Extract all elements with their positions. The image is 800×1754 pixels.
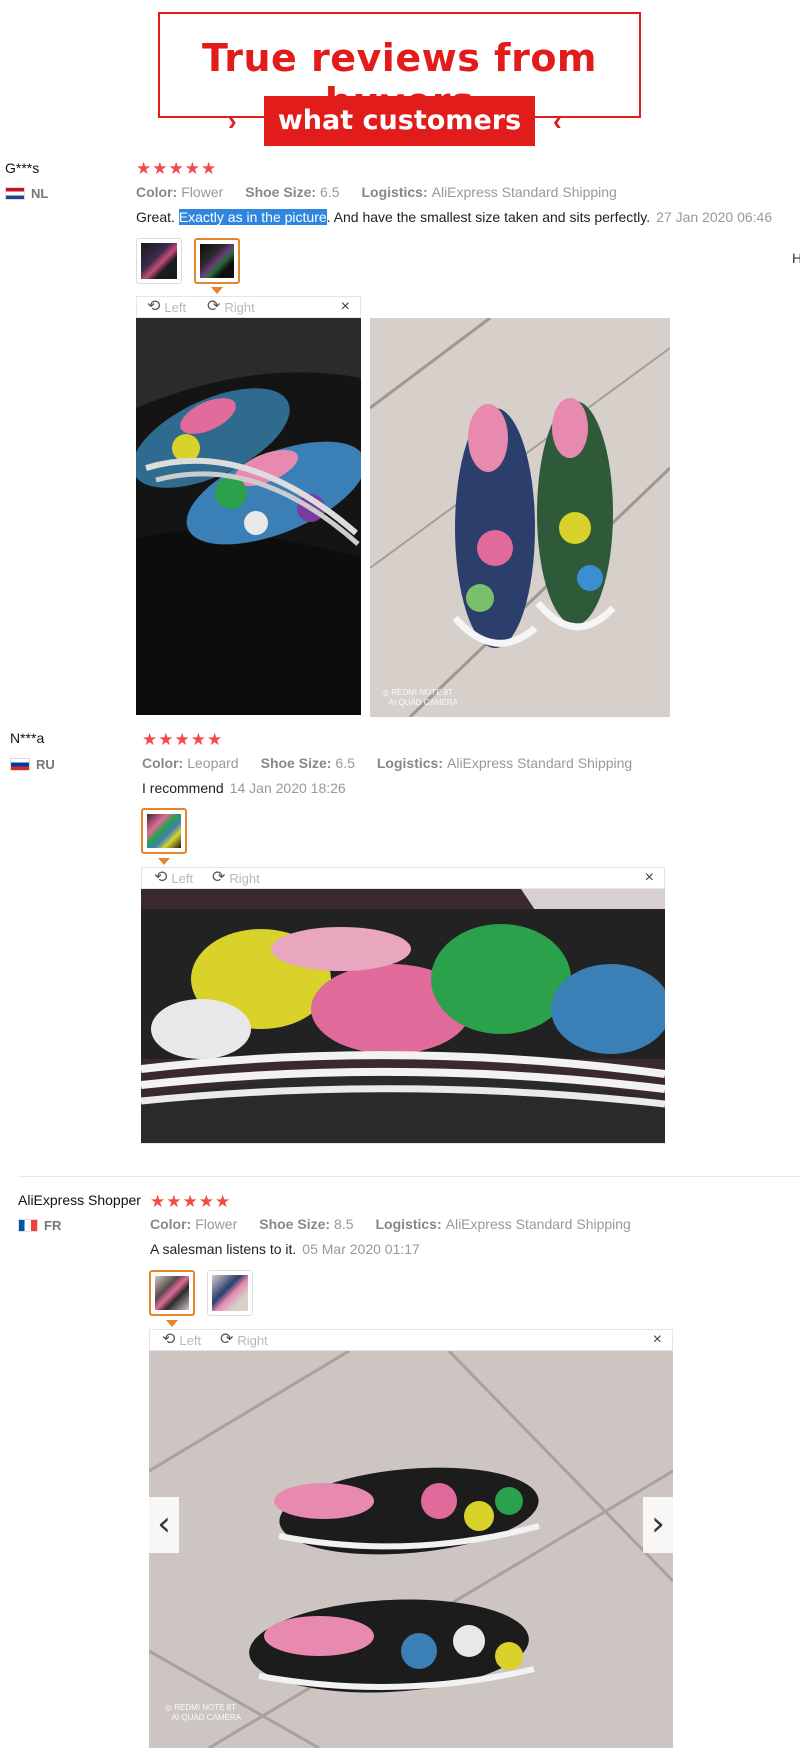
review-photo — [370, 318, 670, 717]
color-value: Flower — [181, 184, 224, 200]
close-icon[interactable]: × — [653, 1330, 662, 1350]
size-label: Shoe Size: — [245, 184, 317, 200]
review-thumbnail-active[interactable] — [141, 808, 187, 854]
review-date: 05 Mar 2020 01:17 — [302, 1241, 420, 1257]
review-text: A salesman listens to it. 05 Mar 2020 01:… — [150, 1241, 420, 1257]
rotate-left-label: Left — [171, 870, 194, 886]
active-thumb-caret — [166, 1320, 178, 1327]
color-value: Leopard — [187, 755, 239, 771]
camera-watermark: ◎ REDMI NOTE 8T AI QUAD CAMERA — [165, 1703, 242, 1722]
size-value: 6.5 — [320, 184, 340, 200]
rotate-right-icon: ⟳ — [212, 869, 226, 886]
reviewer-name: N***a — [10, 730, 45, 746]
review-image-2[interactable]: ◎ REDMI NOTE 8T AI QUAD CAMERA — [370, 318, 670, 717]
rotate-left-button[interactable]: ⟲ Left — [162, 1331, 201, 1349]
size-value: 8.5 — [334, 1216, 354, 1232]
review-image-large[interactable] — [141, 889, 665, 1143]
country-code: FR — [44, 1218, 62, 1233]
star-rating: ★★★★★ — [136, 159, 218, 178]
review-text: Great. Exactly as in the picture. And ha… — [136, 209, 772, 225]
review-photo — [141, 889, 665, 1143]
active-thumb-caret — [158, 858, 170, 865]
color-label: Color: — [142, 755, 184, 771]
reviewer-country: NL — [5, 186, 48, 201]
flag-nl-icon — [5, 187, 25, 200]
rotate-right-icon: ⟳ — [207, 298, 221, 315]
rotate-right-label: Right — [237, 1332, 268, 1348]
reviewer-name: AliExpress Shopper — [18, 1192, 141, 1208]
review-thumbnail-active[interactable] — [149, 1270, 195, 1316]
review-text-part: Great. — [136, 209, 179, 225]
review-text: I recommend 14 Jan 2020 18:26 — [142, 780, 346, 796]
previous-image-button[interactable]: ‹ — [149, 1497, 179, 1553]
image-viewer-toolbar: ⟲ Left ⟳ Right × — [136, 296, 361, 318]
flag-fr-icon — [18, 1219, 38, 1232]
rotate-right-button[interactable]: ⟳ Right — [220, 1331, 268, 1349]
size-label: Shoe Size: — [259, 1216, 331, 1232]
close-icon[interactable]: × — [341, 297, 350, 317]
review-thumbnail-active[interactable] — [194, 238, 240, 284]
chevron-right-icon: › — [228, 106, 237, 136]
rotate-right-label: Right — [224, 299, 255, 315]
review-thumbnail[interactable] — [207, 1270, 253, 1316]
rotate-left-icon: ⟲ — [147, 298, 161, 315]
rotate-right-icon: ⟳ — [220, 1331, 234, 1348]
review-date: 14 Jan 2020 18:26 — [229, 780, 346, 796]
banner-subtitle: what customers say — [264, 96, 535, 186]
review-meta: Color: Flower Shoe Size: 6.5 Logistics: AliEx… — [136, 184, 617, 200]
edge-text-stub: H — [792, 250, 800, 266]
color-label: Color: — [136, 184, 178, 200]
review-image-large[interactable] — [136, 318, 361, 715]
review-photo — [149, 1351, 673, 1748]
rotate-left-icon: ⟲ — [154, 869, 168, 886]
image-viewer-toolbar: ⟲ Left ⟳ Right × — [141, 867, 665, 889]
review-meta: Color: Leopard Shoe Size: 6.5 Logistics: AliE… — [142, 755, 632, 771]
image-viewer-toolbar: ⟲ Left ⟳ Right × — [149, 1329, 673, 1351]
star-rating: ★★★★★ — [150, 1192, 232, 1211]
review-image-large[interactable]: ◎ REDMI NOTE 8T AI QUAD CAMERA — [149, 1351, 673, 1748]
rotate-right-button[interactable]: ⟳ Right — [212, 869, 260, 887]
review-text-part: A salesman listens to it. — [150, 1241, 297, 1257]
color-value: Flower — [195, 1216, 238, 1232]
rotate-right-label: Right — [229, 870, 260, 886]
country-code: NL — [31, 186, 49, 201]
camera-watermark: ◎ REDMI NOTE 8T AI QUAD CAMERA — [382, 688, 459, 707]
logistics-value: AliExpress Standard Shipping — [445, 1216, 631, 1232]
size-value: 6.5 — [335, 755, 355, 771]
reviewer-country: RU — [10, 757, 55, 772]
review-divider — [18, 1176, 800, 1177]
rotate-left-button[interactable]: ⟲ Left — [154, 869, 193, 887]
highlighted-text: Exactly as in the picture — [178, 209, 327, 225]
logistics-label: Logistics: — [376, 755, 443, 771]
rotate-left-label: Left — [179, 1332, 202, 1348]
flag-ru-icon — [10, 758, 30, 771]
review-meta: Color: Flower Shoe Size: 8.5 Logistics: AliEx… — [150, 1216, 631, 1232]
logistics-label: Logistics: — [361, 184, 428, 200]
review-photo — [136, 318, 361, 715]
review-date: 27 Jan 2020 06:46 — [656, 209, 773, 225]
size-label: Shoe Size: — [260, 755, 332, 771]
logistics-label: Logistics: — [375, 1216, 442, 1232]
next-image-button[interactable]: › — [643, 1497, 673, 1553]
rotate-left-label: Left — [164, 299, 187, 315]
viewer-bottom-border — [141, 1143, 665, 1144]
reviewer-country: FR — [18, 1218, 61, 1233]
color-label: Color: — [150, 1216, 192, 1232]
review-text-part: . And have the smallest size taken and s… — [326, 209, 651, 225]
logistics-value: AliExpress Standard Shipping — [447, 755, 633, 771]
review-thumbnail[interactable] — [136, 238, 182, 284]
star-rating: ★★★★★ — [142, 730, 224, 749]
reviewer-name: G***s — [5, 160, 40, 176]
rotate-left-icon: ⟲ — [162, 1331, 176, 1348]
chevron-left-icon: ‹ — [553, 106, 562, 136]
review-text-part: I recommend — [142, 780, 224, 796]
rotate-left-button[interactable]: ⟲ Left — [147, 298, 186, 316]
active-thumb-caret — [211, 287, 223, 294]
close-icon[interactable]: × — [645, 868, 654, 888]
country-code: RU — [36, 757, 55, 772]
logistics-value: AliExpress Standard Shipping — [431, 184, 617, 200]
rotate-right-button[interactable]: ⟳ Right — [207, 298, 255, 316]
